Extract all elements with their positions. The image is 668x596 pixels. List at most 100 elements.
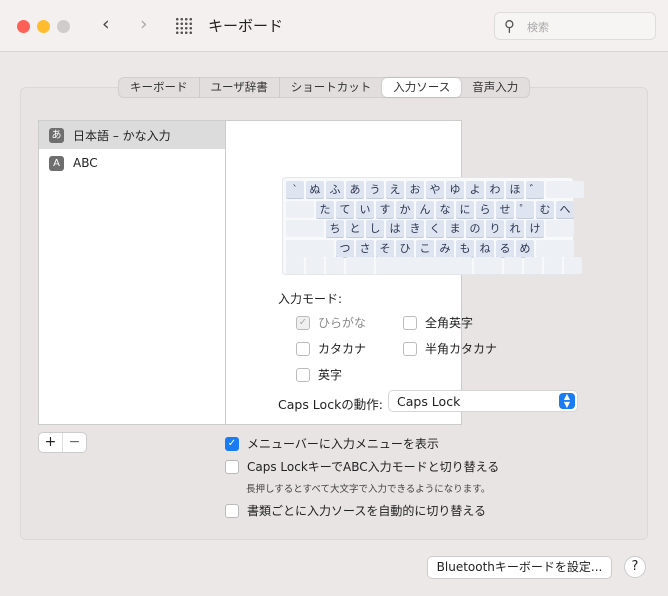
search-input[interactable]: ⚲ 検索 <box>494 12 656 40</box>
key: け <box>526 220 544 237</box>
blank-key <box>286 200 314 218</box>
key: つ <box>336 239 354 257</box>
key: に <box>456 200 474 218</box>
option-caps-lock-switch[interactable]: Caps LockキーでABC入力モードと切り替える <box>225 458 499 475</box>
option-halfwidth-katakana[interactable]: 半角カタカナ <box>403 340 497 357</box>
option-katakana[interactable]: カタカナ <box>296 340 366 357</box>
search-icon: ⚲ <box>504 17 515 35</box>
checkbox-fullwidth-roman[interactable] <box>403 315 417 330</box>
blank-key <box>286 239 334 257</box>
blank-key <box>564 257 582 274</box>
key: わ <box>486 181 504 198</box>
setup-bluetooth-keyboard-button[interactable]: Bluetoothキーボードを設定... <box>427 556 612 579</box>
key: み <box>436 239 454 257</box>
close-button[interactable] <box>17 20 30 33</box>
source-label: 日本語 – かな入力 <box>73 128 171 143</box>
key: す <box>376 200 394 218</box>
blank-key <box>546 181 584 198</box>
key: も <box>456 239 474 257</box>
key: お <box>406 181 424 198</box>
key: い <box>356 200 374 218</box>
checkbox-auto-switch[interactable] <box>225 503 239 518</box>
forward-icon[interactable]: › <box>140 13 148 35</box>
tab-input-sources[interactable]: 入力ソース <box>382 78 462 97</box>
checkbox-katakana[interactable] <box>296 341 310 356</box>
blank-key <box>524 257 542 274</box>
keyboard-row: ちとしはきくまのりれけ <box>286 220 574 237</box>
key: む <box>536 200 554 218</box>
blank-key <box>544 257 562 274</box>
title-bar: ‹ › キーボード ⚲ 検索 <box>0 0 668 52</box>
checkbox-show-input-menu[interactable]: ✓ <box>225 436 239 451</box>
keyboard-row: ` ぬふあうえおやゆよわほ゛ <box>286 181 584 198</box>
abc-icon: A <box>49 155 64 171</box>
add-remove-control: + − <box>38 432 87 453</box>
tab-keyboard[interactable]: キーボード <box>119 78 200 97</box>
key: し <box>366 220 384 237</box>
keyboard-row: たていすかんなにらせ゜むへ <box>286 200 574 218</box>
key: と <box>346 220 364 237</box>
checkbox-roman[interactable] <box>296 367 310 382</box>
option-roman[interactable]: 英字 <box>296 366 342 383</box>
source-item-japanese-kana[interactable]: あ日本語 – かな入力 <box>39 121 225 149</box>
tab-dictation[interactable]: 音声入力 <box>461 78 529 97</box>
key: ち <box>326 220 344 237</box>
option-fullwidth-roman[interactable]: 全角英字 <box>403 314 473 331</box>
option-show-input-menu[interactable]: ✓ メニューバーに入力メニューを表示 <box>225 435 439 452</box>
input-mode-label: 入力モード: <box>278 292 343 306</box>
tab-user-dictionary[interactable]: ユーザ辞書 <box>200 78 280 97</box>
key: れ <box>506 220 524 237</box>
key: の <box>466 220 484 237</box>
help-button[interactable]: ? <box>624 556 646 578</box>
keyboard-layout-preview: ` ぬふあうえおやゆよわほ゛たていすかんなにらせ゜むへちとしはきくまのりれけつさそ… <box>282 177 584 275</box>
tab-shortcuts[interactable]: ショートカット <box>280 78 383 97</box>
blank-key <box>546 220 574 237</box>
window-title: キーボード <box>208 17 284 35</box>
tab-bar: キーボード ユーザ辞書 ショートカット 入力ソース 音声入力 <box>118 77 531 98</box>
add-source-button[interactable]: + <box>39 433 63 452</box>
blank-key <box>474 257 502 274</box>
source-label: ABC <box>73 156 98 170</box>
key: よ <box>466 181 484 198</box>
key: め <box>516 239 534 257</box>
back-icon[interactable]: ‹ <box>102 13 110 35</box>
option-hiragana: ✓ ひらがな <box>296 314 366 331</box>
blank-key <box>504 257 522 274</box>
key: せ <box>496 200 514 218</box>
grid-icon[interactable] <box>175 17 193 35</box>
checkbox-halfwidth-katakana[interactable] <box>403 341 417 356</box>
blank-key <box>286 257 304 274</box>
key: ゛ <box>526 181 544 198</box>
checkbox-caps-lock-switch[interactable] <box>225 459 239 474</box>
caps-lock-label: Caps Lockの動作: <box>278 397 384 412</box>
key: ` <box>286 181 304 198</box>
caps-lock-note: 長押しするとすべて大文字で入力できるようになります。 <box>246 484 491 495</box>
keyboard-row: つさそひこみもねるめ <box>286 239 574 257</box>
remove-source-button[interactable]: − <box>63 433 86 452</box>
zoom-button[interactable] <box>57 20 70 33</box>
key: や <box>426 181 444 198</box>
blank-key <box>346 257 374 274</box>
key: る <box>496 239 514 257</box>
keyboard-row <box>286 257 582 274</box>
source-list: あ日本語 – かな入力 A ABC <box>39 121 226 424</box>
key: あ <box>346 181 364 198</box>
key: な <box>436 200 454 218</box>
key: え <box>386 181 404 198</box>
minimize-button[interactable] <box>37 20 50 33</box>
updown-chevron-icon: ▲ ▼ <box>559 393 575 409</box>
key: か <box>396 200 414 218</box>
blank-key <box>326 257 344 274</box>
key: ほ <box>506 181 524 198</box>
key: た <box>316 200 334 218</box>
hiragana-icon: あ <box>49 127 64 143</box>
key: は <box>386 220 404 237</box>
caps-lock-popup[interactable]: Caps Lock ▲ ▼ <box>388 390 578 412</box>
key: ゜ <box>516 200 534 218</box>
option-auto-switch[interactable]: 書類ごとに入力ソースを自動的に切り替える <box>225 502 486 519</box>
blank-key <box>306 257 324 274</box>
key: て <box>336 200 354 218</box>
key: ぬ <box>306 181 324 198</box>
key: う <box>366 181 384 198</box>
source-item-abc[interactable]: A ABC <box>39 149 225 177</box>
